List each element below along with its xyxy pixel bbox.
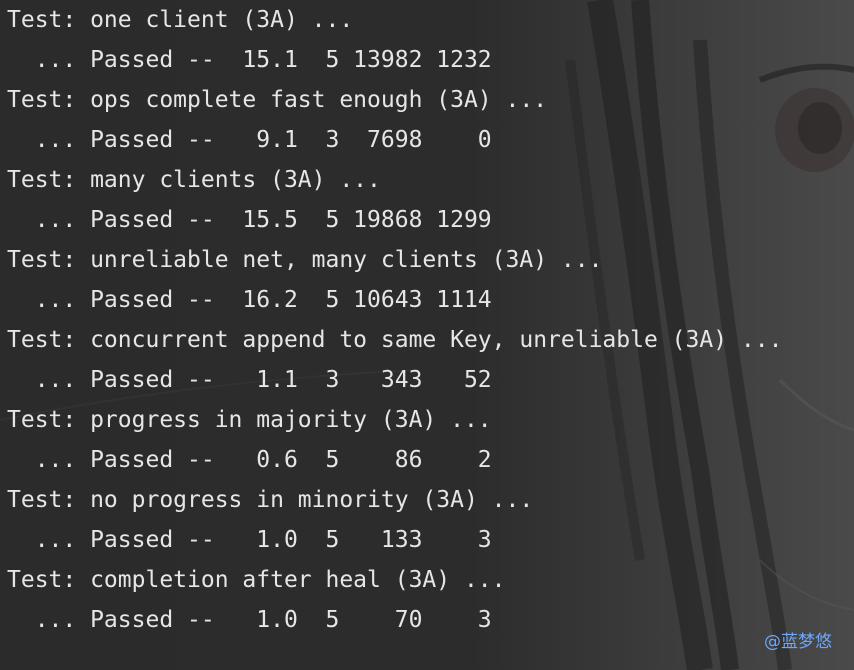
result-line: ... Passed -- 15.5 5 19868 1299 xyxy=(7,207,492,233)
test-line: Test: concurrent append to same Key, unr… xyxy=(7,327,783,353)
result-line: ... Passed -- 9.1 3 7698 0 xyxy=(7,127,492,153)
test-line: Test: completion after heal (3A) ... xyxy=(7,567,506,593)
watermark: @蓝梦悠 xyxy=(764,632,832,652)
result-line: ... Passed -- 0.6 5 86 2 xyxy=(7,447,492,473)
result-line: ... Passed -- 15.1 5 13982 1232 xyxy=(7,47,492,73)
test-line: Test: progress in majority (3A) ... xyxy=(7,407,492,433)
result-line: ... Passed -- 1.1 3 343 52 xyxy=(7,367,492,393)
test-line: Test: ops complete fast enough (3A) ... xyxy=(7,87,548,113)
terminal-output: Test: one client (3A) ... ... Passed -- … xyxy=(7,0,782,640)
terminal-window[interactable]: Test: one client (3A) ... ... Passed -- … xyxy=(0,0,854,670)
result-line: ... Passed -- 1.0 5 70 3 xyxy=(7,607,492,633)
test-line: Test: unreliable net, many clients (3A) … xyxy=(7,247,603,273)
result-line: ... Passed -- 1.0 5 133 3 xyxy=(7,527,492,553)
test-line: Test: no progress in minority (3A) ... xyxy=(7,487,534,513)
test-line: Test: one client (3A) ... xyxy=(7,7,354,33)
result-line: ... Passed -- 16.2 5 10643 1114 xyxy=(7,287,492,313)
test-line: Test: many clients (3A) ... xyxy=(7,167,381,193)
